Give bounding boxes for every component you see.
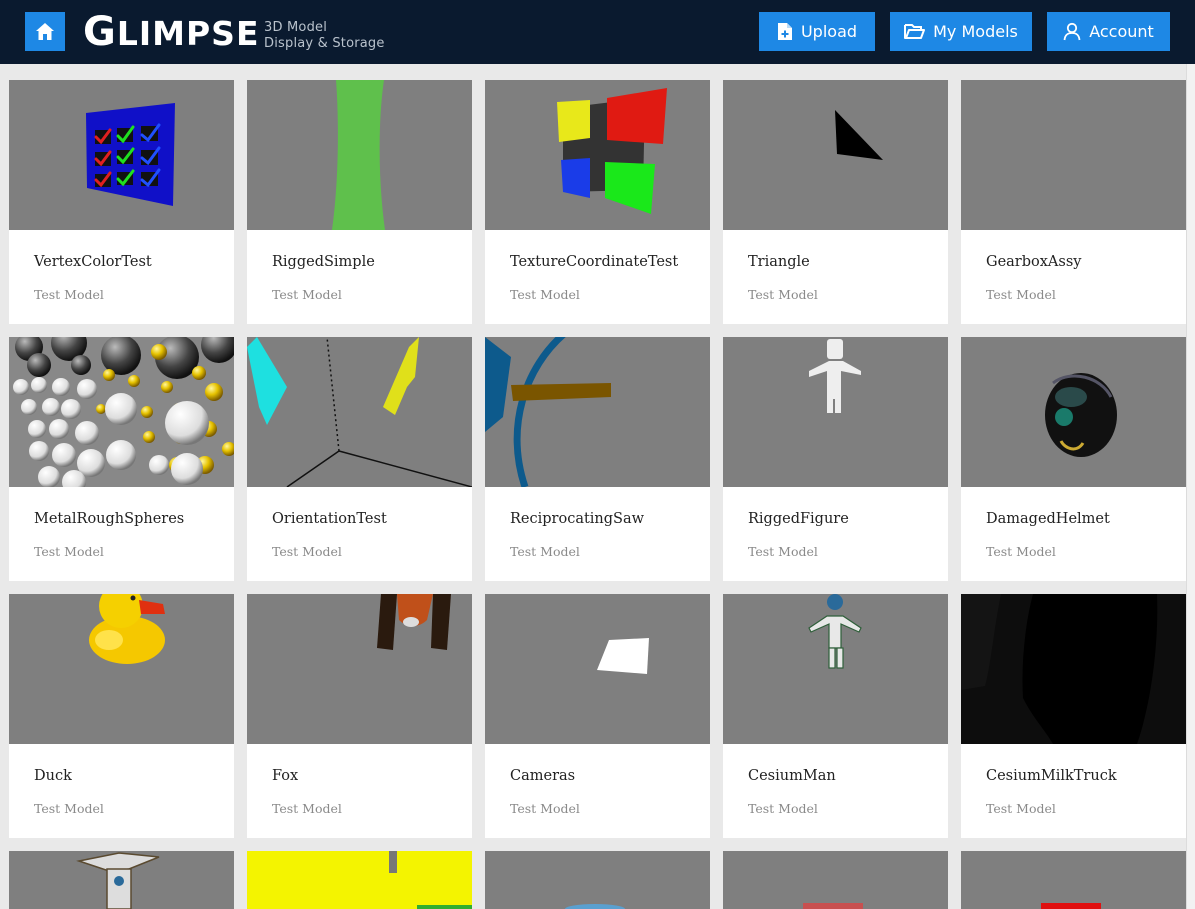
model-thumbnail (9, 594, 234, 744)
model-title: VertexColorTest (34, 254, 152, 270)
logo-rest: LIMPSE (116, 14, 260, 53)
model-card[interactable]: Triangle Test Model (723, 80, 948, 324)
model-thumbnail (723, 594, 948, 744)
model-title: CesiumMan (748, 768, 836, 784)
model-title: RiggedFigure (748, 511, 849, 527)
home-button[interactable] (25, 12, 65, 51)
model-thumbnail (961, 80, 1186, 230)
my-models-label: My Models (933, 22, 1018, 41)
model-thumbnail (9, 80, 234, 230)
top-navigation-bar: GLIMPSE 3D Model Display & Storage Uploa… (0, 0, 1195, 64)
model-card[interactable]: OrientationTest Test Model (247, 337, 472, 581)
model-title: Triangle (748, 254, 810, 270)
glimpse-logo[interactable]: GLIMPSE (83, 9, 259, 57)
tagline-line-1: 3D Model (264, 20, 328, 35)
model-thumbnail (723, 851, 948, 909)
model-subtitle: Test Model (510, 801, 580, 816)
model-title: CesiumMilkTruck (986, 768, 1117, 784)
model-card[interactable]: RiggedFigure Test Model (723, 337, 948, 581)
model-thumbnail (485, 337, 710, 487)
model-subtitle: Test Model (34, 544, 104, 559)
model-thumbnail (723, 337, 948, 487)
model-card[interactable] (961, 851, 1186, 909)
model-card[interactable] (9, 851, 234, 909)
model-card[interactable]: RiggedSimple Test Model (247, 80, 472, 324)
model-card[interactable]: CesiumMilkTruck Test Model (961, 594, 1186, 838)
model-title: Cameras (510, 768, 576, 784)
model-thumbnail (247, 851, 472, 909)
upload-button[interactable]: Upload (759, 12, 875, 51)
model-title: ReciprocatingSaw (510, 511, 645, 527)
model-subtitle: Test Model (34, 801, 104, 816)
model-thumbnail (961, 851, 1186, 909)
model-card[interactable]: Duck Test Model (9, 594, 234, 838)
model-card[interactable]: DamagedHelmet Test Model (961, 337, 1186, 581)
tagline-line-2: Display & Storage (264, 36, 385, 51)
model-subtitle: Test Model (748, 801, 818, 816)
model-title: GearboxAssy (986, 254, 1082, 270)
model-subtitle: Test Model (272, 287, 342, 302)
logo-initial: G (83, 9, 117, 55)
model-card[interactable]: CesiumMan Test Model (723, 594, 948, 838)
model-card[interactable] (247, 851, 472, 909)
model-thumbnail (723, 80, 948, 230)
model-subtitle: Test Model (986, 544, 1056, 559)
model-card[interactable]: Cameras Test Model (485, 594, 710, 838)
model-card[interactable]: ReciprocatingSaw Test Model (485, 337, 710, 581)
model-thumbnail (485, 851, 710, 909)
model-card[interactable] (723, 851, 948, 909)
model-subtitle: Test Model (510, 544, 580, 559)
model-title: Duck (34, 768, 72, 784)
account-button[interactable]: Account (1047, 12, 1170, 51)
model-subtitle: Test Model (986, 287, 1056, 302)
user-icon (1063, 22, 1081, 41)
upload-label: Upload (800, 22, 858, 41)
tagline: 3D Model Display & Storage (264, 20, 385, 52)
model-card[interactable]: TextureCoordinateTest Test Model (485, 80, 710, 324)
model-card[interactable]: Fox Test Model (247, 594, 472, 838)
model-subtitle: Test Model (510, 287, 580, 302)
account-label: Account (1089, 22, 1154, 41)
model-thumbnail (485, 80, 710, 230)
model-subtitle: Test Model (34, 287, 104, 302)
model-thumbnail (9, 851, 234, 909)
model-thumbnail (961, 337, 1186, 487)
model-title: OrientationTest (272, 511, 387, 527)
model-thumbnail (247, 594, 472, 744)
model-subtitle: Test Model (748, 287, 818, 302)
model-card[interactable]: GearboxAssy Test Model (961, 80, 1186, 324)
model-title: RiggedSimple (272, 254, 375, 270)
model-card[interactable] (485, 851, 710, 909)
model-subtitle: Test Model (272, 544, 342, 559)
model-subtitle: Test Model (748, 544, 818, 559)
model-title: MetalRoughSpheres (34, 511, 185, 527)
model-card[interactable]: VertexColorTest Test Model (9, 80, 234, 324)
model-thumbnail (9, 337, 234, 487)
model-title: DamagedHelmet (986, 511, 1110, 527)
model-title: TextureCoordinateTest (510, 254, 679, 270)
model-subtitle: Test Model (986, 801, 1056, 816)
model-card[interactable]: MetalRoughSpheres Test Model (9, 337, 234, 581)
file-plus-icon (777, 23, 792, 40)
model-thumbnail (961, 594, 1186, 744)
my-models-button[interactable]: My Models (890, 12, 1032, 51)
folder-open-icon (904, 24, 926, 39)
home-icon (36, 23, 54, 40)
model-title: Fox (272, 768, 299, 784)
model-subtitle: Test Model (272, 801, 342, 816)
model-thumbnail (247, 337, 472, 487)
model-thumbnail (247, 80, 472, 230)
model-thumbnail (485, 594, 710, 744)
page-scrollbar[interactable] (1186, 64, 1195, 909)
